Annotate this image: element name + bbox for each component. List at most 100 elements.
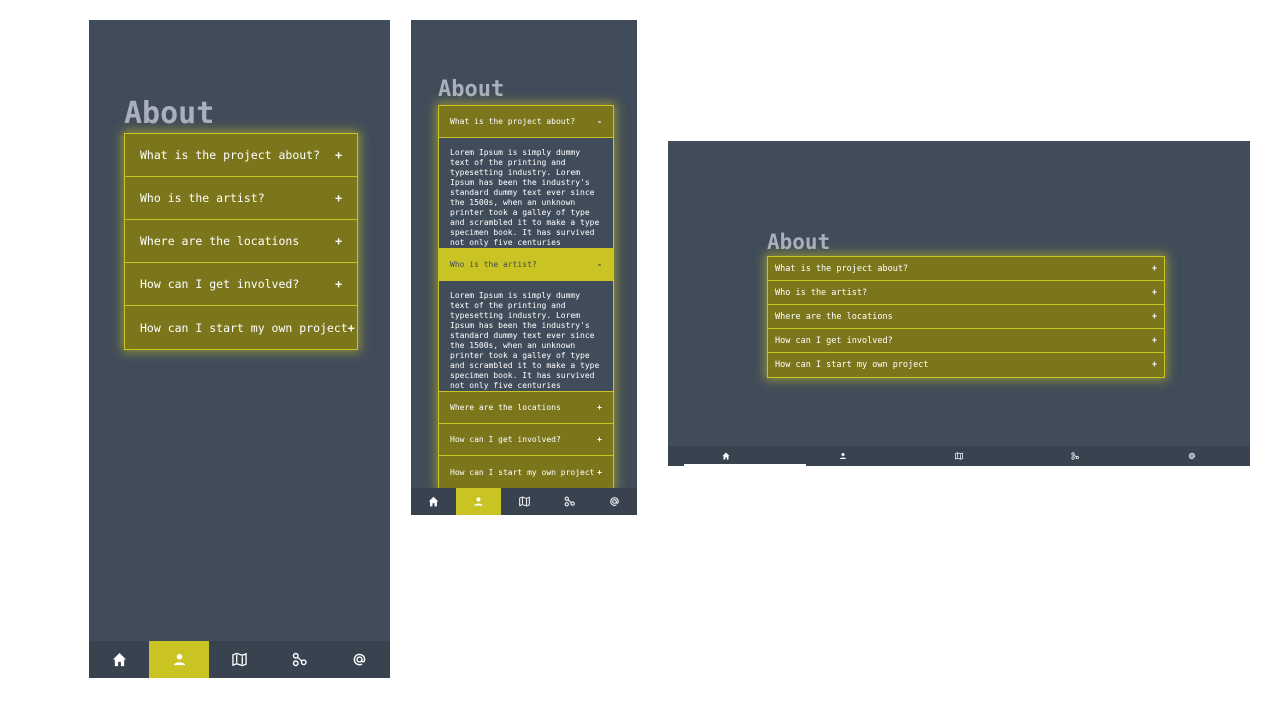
desktop-screen: About What is the project about? + Who i… (668, 141, 1250, 466)
faq-question-involved[interactable]: How can I get involved? + (125, 263, 357, 306)
nav-contact[interactable] (1134, 446, 1250, 466)
faq-question-label: How can I get involved? (450, 435, 561, 444)
faq-accordion: What is the project about? + Who is the … (124, 133, 358, 350)
faq-question-label: Where are the locations (450, 403, 561, 412)
map-icon (955, 452, 963, 460)
nav-share[interactable] (1017, 446, 1133, 466)
plus-icon: + (1151, 287, 1157, 298)
at-icon (610, 497, 619, 506)
faq-item: Who is the artist? + (125, 177, 357, 220)
nav-share[interactable] (547, 488, 592, 515)
faq-question-artist[interactable]: Who is the artist? - (439, 249, 613, 281)
bottom-navbar (89, 641, 390, 678)
nav-about[interactable] (149, 641, 210, 678)
faq-question-label: What is the project about? (140, 148, 321, 162)
faq-answer: Lorem Ipsum is simply dummy text of the … (439, 138, 613, 249)
person-icon (474, 497, 483, 506)
active-nav-indicator (684, 464, 806, 466)
home-icon (112, 652, 126, 667)
person-icon (839, 453, 846, 459)
home-icon (428, 496, 439, 507)
faq-question-label: Who is the artist? (775, 287, 868, 298)
plus-icon: + (1151, 263, 1157, 274)
faq-question-label: Who is the artist? (140, 191, 265, 205)
plus-icon: + (335, 234, 342, 248)
faq-item: How can I start my own project + (439, 456, 613, 488)
faq-item: Where are the locations + (125, 220, 357, 263)
faq-question-own-project[interactable]: How can I start my own project + (439, 456, 613, 488)
faq-answer: Lorem Ipsum is simply dummy text of the … (439, 281, 613, 392)
faq-item: What is the project about? + (125, 134, 357, 177)
faq-item: Who is the artist? - Lorem Ipsum is simp… (439, 249, 613, 392)
minus-icon: - (597, 117, 602, 126)
nav-map[interactable] (901, 446, 1017, 466)
faq-question-own-project[interactable]: How can I start my own project + (768, 353, 1164, 377)
faq-question-label: Where are the locations (775, 311, 893, 322)
faq-question-locations[interactable]: Where are the locations + (768, 305, 1164, 329)
faq-item: Where are the locations + (768, 305, 1164, 329)
faq-question-artist[interactable]: Who is the artist? + (125, 177, 357, 220)
minus-icon: - (597, 260, 602, 269)
page-title: About (767, 230, 831, 254)
faq-question-locations[interactable]: Where are the locations + (125, 220, 357, 263)
faq-question-project[interactable]: What is the project about? - (439, 106, 613, 138)
faq-question-label: What is the project about? (450, 117, 576, 126)
plus-icon: + (597, 435, 602, 444)
faq-item: How can I get involved? + (439, 424, 613, 456)
nav-about[interactable] (456, 488, 502, 515)
faq-question-locations[interactable]: Where are the locations + (439, 392, 613, 424)
faq-accordion: What is the project about? + Who is the … (767, 256, 1165, 378)
faq-item: What is the project about? + (768, 257, 1164, 281)
nav-contact[interactable] (330, 641, 390, 678)
faq-question-label: How can I start my own project (140, 320, 348, 335)
map-icon (232, 652, 247, 667)
page-title: About (438, 77, 505, 102)
plus-icon: + (335, 277, 342, 291)
plus-icon: + (597, 403, 602, 412)
plus-icon: + (1151, 311, 1157, 322)
plus-icon: + (335, 191, 342, 205)
person-icon (173, 653, 185, 666)
faq-question-label: How can I get involved? (140, 277, 300, 291)
faq-question-project[interactable]: What is the project about? + (125, 134, 357, 177)
at-icon (1188, 452, 1195, 460)
faq-question-label: How can I start my own project (775, 360, 929, 370)
plus-icon: + (1151, 335, 1157, 346)
plus-icon: + (347, 320, 355, 335)
faq-item: How can I start my own project + (768, 353, 1164, 377)
nav-about[interactable] (784, 446, 900, 466)
at-icon (354, 653, 366, 666)
faq-question-label: What is the project about? (775, 263, 909, 274)
plus-icon: + (597, 467, 602, 477)
mobile-screen-expanded: About What is the project about? - Lorem… (411, 20, 637, 515)
bottom-navbar (411, 488, 637, 515)
page-title: About (124, 96, 215, 131)
bottom-navbar (668, 446, 1250, 466)
faq-question-involved[interactable]: How can I get involved? + (768, 329, 1164, 353)
faq-question-project[interactable]: What is the project about? + (768, 257, 1164, 281)
faq-question-label: How can I start my own project (450, 467, 595, 477)
plus-icon: + (1151, 360, 1157, 370)
faq-question-own-project[interactable]: How can I start my own project + (125, 306, 357, 349)
faq-question-involved[interactable]: How can I get involved? + (439, 424, 613, 456)
nav-map[interactable] (501, 488, 546, 515)
nav-home[interactable] (411, 488, 456, 515)
nav-share[interactable] (270, 641, 330, 678)
plus-icon: + (335, 148, 342, 162)
nav-home[interactable] (89, 641, 149, 678)
faq-question-artist[interactable]: Who is the artist? + (768, 281, 1164, 305)
faq-item: What is the project about? - Lorem Ipsum… (439, 106, 613, 249)
map-icon (518, 496, 530, 507)
share-icon (1071, 452, 1080, 460)
faq-item: How can I start my own project + (125, 306, 357, 349)
faq-question-label: Where are the locations (140, 234, 300, 248)
nav-home[interactable] (668, 446, 784, 466)
faq-item: How can I get involved? + (125, 263, 357, 306)
nav-map[interactable] (209, 641, 269, 678)
faq-question-label: How can I get involved? (775, 335, 893, 346)
share-icon (292, 652, 307, 667)
nav-contact[interactable] (592, 488, 637, 515)
faq-item: Where are the locations + (439, 392, 613, 424)
faq-question-label: Who is the artist? (450, 260, 537, 269)
faq-item: Who is the artist? + (768, 281, 1164, 305)
